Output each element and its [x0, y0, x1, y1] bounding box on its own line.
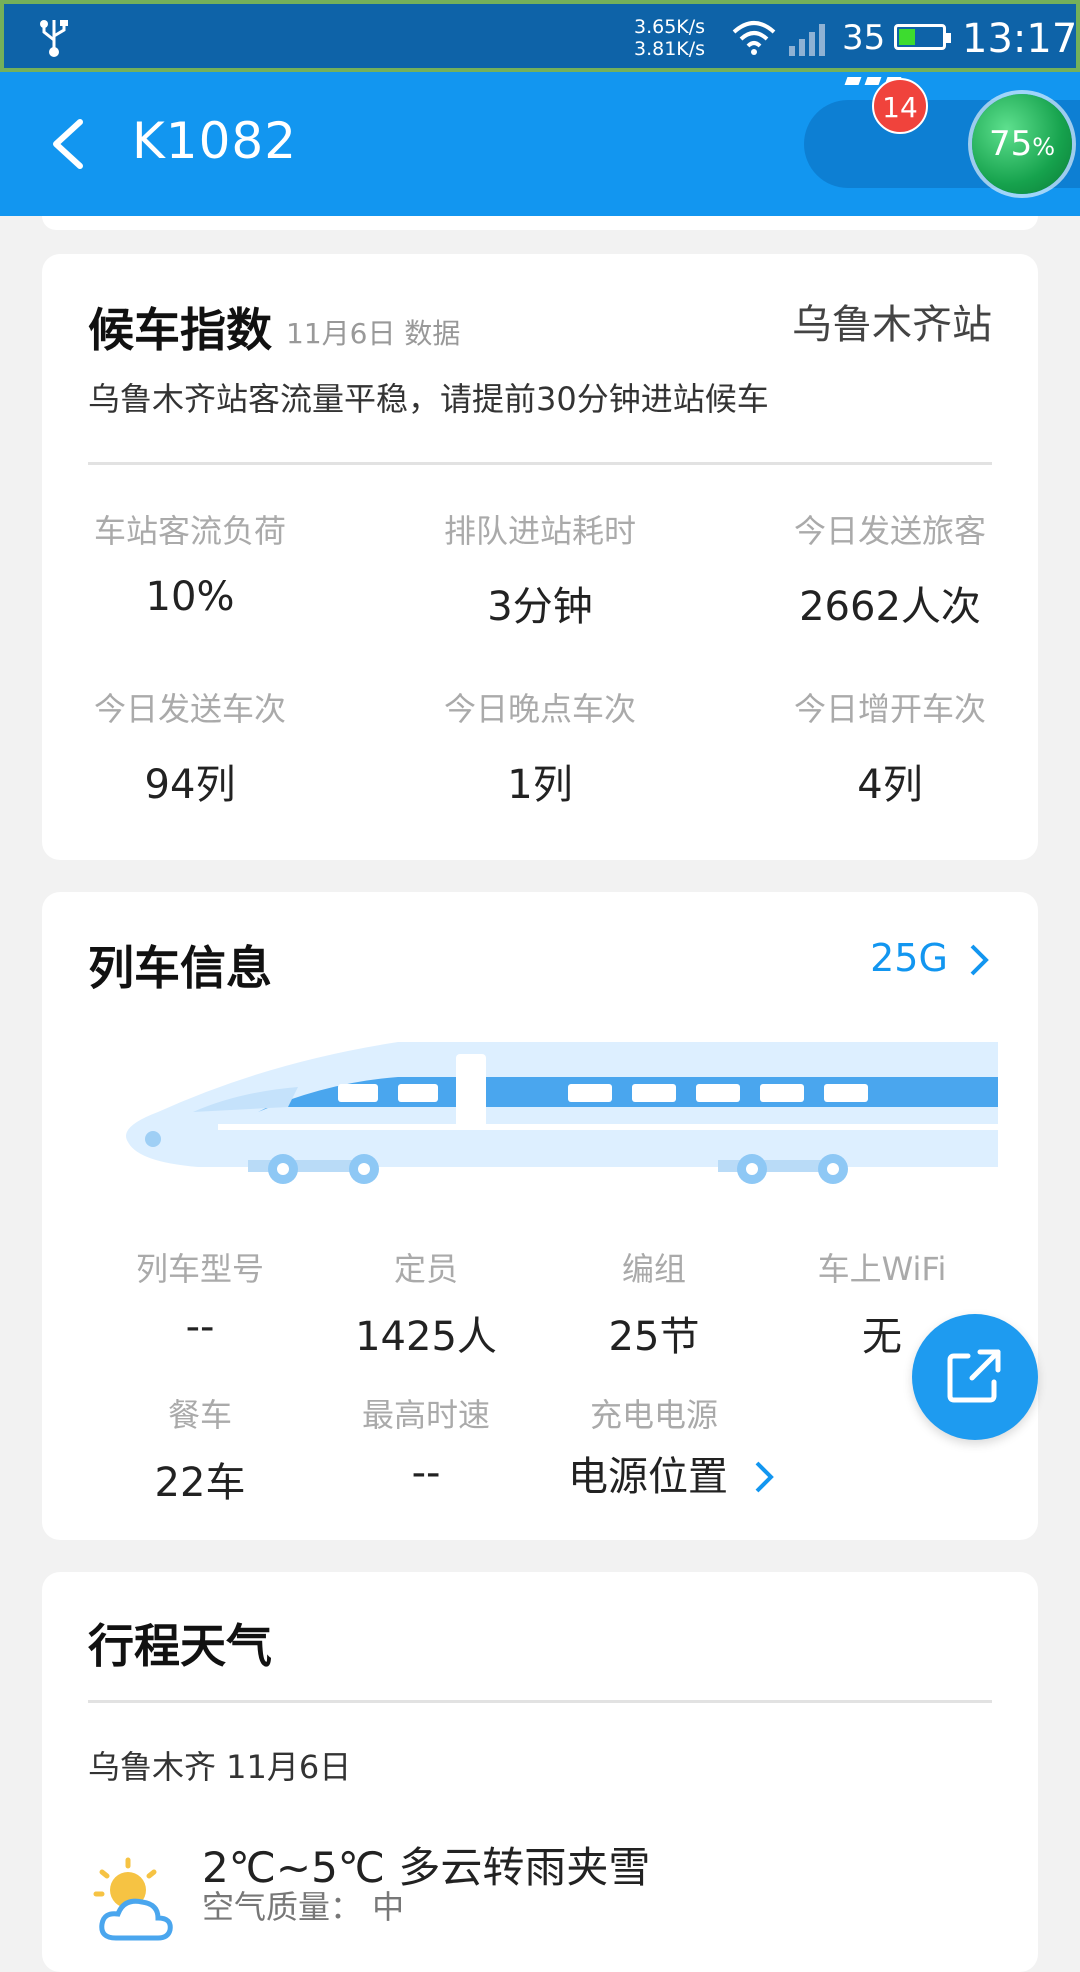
battery-percentage: 35 — [842, 18, 886, 58]
info-value: -- — [411, 1450, 441, 1496]
weather-title: 行程天气 — [88, 1619, 272, 1673]
info-value: 22车 — [154, 1460, 246, 1506]
stat-value: 3分钟 — [487, 584, 593, 630]
train-illustration — [126, 1042, 998, 1184]
chevron-right-icon — [755, 1461, 774, 1493]
air-quality: 空气质量： 中 — [202, 1888, 405, 1926]
speed-down: 3.81K/s — [634, 38, 706, 60]
divider — [88, 462, 992, 465]
stat-label: 今日晚点车次 — [443, 690, 636, 728]
previous-card-edge — [42, 216, 1038, 230]
power-location-link[interactable]: 电源位置 — [568, 1444, 775, 1502]
usb-icon — [40, 20, 68, 58]
speed-up: 3.65K/s — [634, 16, 706, 38]
cloudy-sun-icon — [93, 1857, 173, 1941]
waiting-index-date: 11月6日 数据 — [286, 317, 461, 350]
stat-value: 94列 — [144, 762, 236, 808]
divider — [88, 1700, 992, 1703]
clock: 13:17 — [962, 16, 1078, 62]
signal-icon — [789, 24, 825, 56]
chevron-right-icon — [970, 944, 989, 976]
info-value: -- — [185, 1304, 215, 1350]
info-label: 车上WiFi — [817, 1250, 947, 1288]
info-label: 定员 — [393, 1250, 458, 1288]
trip-weather-card: 行程天气 乌鲁木齐 11月6日 2℃~5℃ 多云转雨夹雪 空气质量： 中 — [42, 1572, 1038, 1972]
stat-label: 今日发送车次 — [93, 690, 286, 728]
info-label: 编组 — [621, 1250, 686, 1288]
battery-icon — [894, 24, 951, 50]
waiting-notice: 乌鲁木齐站客流量平稳，请提前30分钟进站候车 — [88, 380, 769, 418]
train-info-card: 列车信息 25G 列车型号 -- 定员 1425人 编组 25节 车上WiFi … — [42, 892, 1038, 1540]
progress-unit: % — [1032, 133, 1056, 161]
progress-value: 75 — [988, 124, 1033, 164]
stat-label: 车站客流负荷 — [93, 512, 286, 550]
network-speed: 3.65K/s 3.81K/s — [634, 16, 705, 60]
info-label: 最高时速 — [361, 1396, 490, 1434]
info-label: 列车型号 — [135, 1250, 264, 1288]
stat-label: 排队进站耗时 — [443, 512, 636, 550]
notification-badge: 14 — [872, 78, 928, 134]
status-bar: 3.65K/s 3.81K/s 35 13:17 — [0, 0, 1080, 72]
page-title: K1082 — [132, 112, 298, 170]
info-value: 1425人 — [355, 1314, 497, 1360]
back-arrow-icon[interactable] — [48, 118, 88, 170]
stat-value: 10% — [145, 574, 235, 620]
info-label: 充电电源 — [589, 1396, 718, 1434]
train-model-link-label: 25G — [870, 936, 948, 980]
info-value: 25节 — [608, 1314, 700, 1360]
train-info-title: 列车信息 — [88, 941, 272, 995]
share-icon — [947, 1349, 1001, 1403]
info-label: 餐车 — [167, 1396, 232, 1434]
weather-city-date: 乌鲁木齐 11月6日 — [88, 1748, 352, 1786]
stat-value: 1列 — [507, 762, 573, 808]
waiting-index-title: 候车指数 — [88, 303, 272, 357]
stat-label: 今日发送旅客 — [793, 512, 986, 550]
stat-label: 今日增开车次 — [793, 690, 986, 728]
train-model-link[interactable]: 25G — [870, 936, 990, 980]
stat-value: 4列 — [857, 762, 923, 808]
share-button[interactable] — [912, 1314, 1038, 1440]
wifi-icon — [732, 21, 776, 55]
progress-circle[interactable]: 75% — [972, 94, 1072, 194]
power-location-label: 电源位置 — [568, 1454, 728, 1500]
stat-value: 2662人次 — [799, 584, 981, 630]
station-name: 乌鲁木齐站 — [792, 302, 992, 348]
waiting-index-card: 候车指数 11月6日 数据 乌鲁木齐站 乌鲁木齐站客流量平稳，请提前30分钟进站… — [42, 254, 1038, 860]
